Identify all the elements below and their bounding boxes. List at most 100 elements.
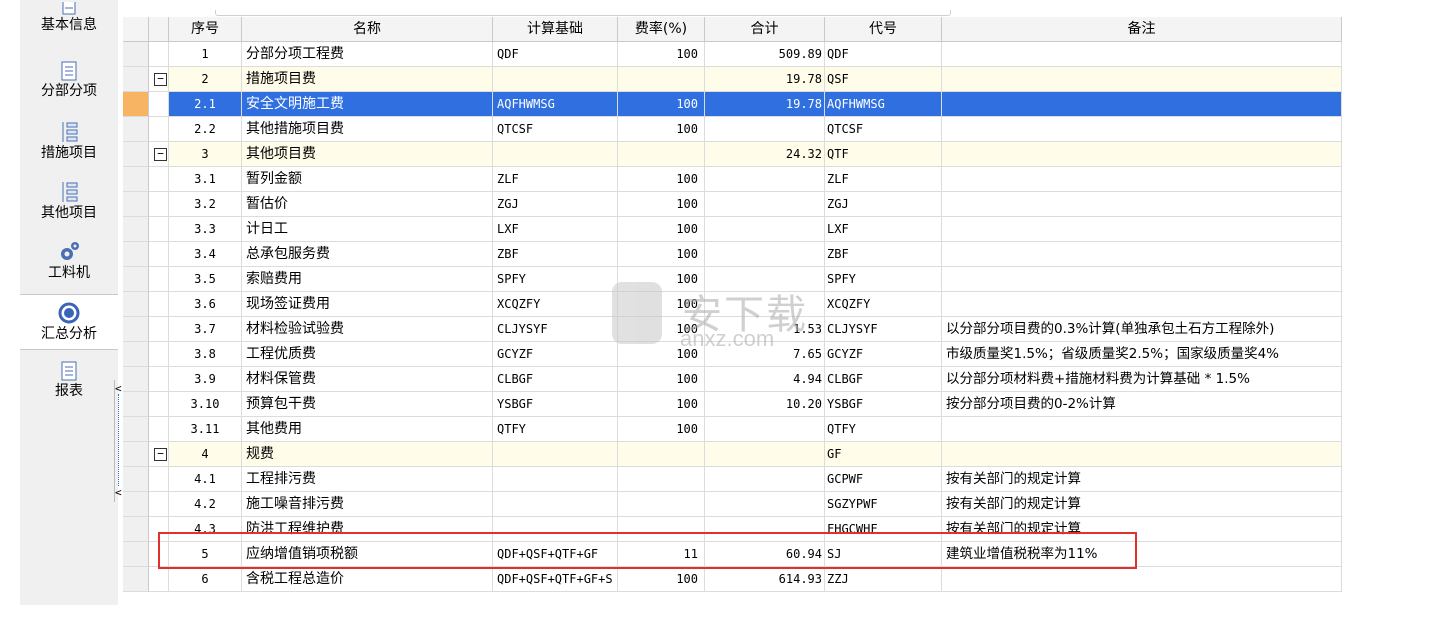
- cell-note[interactable]: [942, 117, 1342, 142]
- cell-basis[interactable]: [493, 142, 618, 167]
- cell-rate[interactable]: 100: [618, 267, 705, 292]
- row-indicator[interactable]: [123, 317, 149, 342]
- header-note[interactable]: 备注: [942, 17, 1342, 41]
- cell-name[interactable]: 总承包服务费: [242, 242, 493, 267]
- cell-total[interactable]: [705, 417, 825, 442]
- cell-code[interactable]: CLBGF: [825, 367, 942, 392]
- cell-code[interactable]: XCQZFY: [825, 292, 942, 317]
- cell-name[interactable]: 含税工程总造价: [242, 567, 493, 592]
- table-row[interactable]: −2 措施项目费 19.78 QSF: [123, 67, 1342, 92]
- cell-note[interactable]: [942, 142, 1342, 167]
- cell-seq[interactable]: 3.9: [169, 367, 242, 392]
- cell-seq[interactable]: 3: [169, 142, 242, 167]
- nav-summary-analysis[interactable]: 汇总分析: [20, 294, 118, 350]
- collapse-arrow-icon[interactable]: <: [115, 486, 122, 499]
- cell-note[interactable]: [942, 267, 1342, 292]
- cell-total[interactable]: 10.20: [705, 392, 825, 417]
- cell-seq[interactable]: 2.1: [169, 92, 242, 117]
- cell-total[interactable]: [705, 192, 825, 217]
- nav-reports[interactable]: 报表: [20, 360, 118, 408]
- table-row[interactable]: 1 分部分项工程费 QDF 100 509.89 QDF: [123, 42, 1342, 67]
- table-row[interactable]: −4 规费 GF: [123, 442, 1342, 467]
- cell-total[interactable]: [705, 117, 825, 142]
- cell-basis[interactable]: QDF+QSF+QTF+GF+S: [493, 567, 618, 592]
- nav-measures[interactable]: 措施项目: [20, 120, 118, 168]
- cell-basis[interactable]: AQFHWMSG: [493, 92, 618, 117]
- row-indicator[interactable]: [123, 292, 149, 317]
- cell-rate[interactable]: 100: [618, 417, 705, 442]
- cell-seq[interactable]: 1: [169, 42, 242, 67]
- table-row[interactable]: 4.2 施工噪音排污费 SGZYPWF 按有关部门的规定计算: [123, 492, 1342, 517]
- cell-total[interactable]: [705, 492, 825, 517]
- cell-note[interactable]: 按有关部门的规定计算: [942, 467, 1342, 492]
- cell-seq[interactable]: 4.1: [169, 467, 242, 492]
- row-indicator[interactable]: [123, 492, 149, 517]
- table-row[interactable]: −3 其他项目费 24.32 QTF: [123, 142, 1342, 167]
- cell-name[interactable]: 安全文明施工费: [242, 92, 493, 117]
- cell-code[interactable]: QTCSF: [825, 117, 942, 142]
- cell-rate[interactable]: 100: [618, 42, 705, 67]
- cell-total[interactable]: [705, 217, 825, 242]
- cell-note[interactable]: 市级质量奖1.5%；省级质量奖2.5%；国家级质量奖4%: [942, 342, 1342, 367]
- row-expander[interactable]: −: [149, 142, 169, 167]
- row-expander[interactable]: −: [149, 442, 169, 467]
- nav-basic-info[interactable]: 基本信息: [20, 2, 118, 42]
- row-indicator[interactable]: [123, 442, 149, 467]
- row-indicator[interactable]: [123, 67, 149, 92]
- cell-rate[interactable]: 100: [618, 117, 705, 142]
- cell-note[interactable]: [942, 567, 1342, 592]
- cell-rate[interactable]: [618, 442, 705, 467]
- row-indicator[interactable]: [123, 392, 149, 417]
- nav-other-items[interactable]: 其他项目: [20, 180, 118, 228]
- cell-seq[interactable]: 3.4: [169, 242, 242, 267]
- table-row[interactable]: 3.4 总承包服务费 ZBF 100 ZBF: [123, 242, 1342, 267]
- cell-rate[interactable]: [618, 142, 705, 167]
- cell-code[interactable]: GCPWF: [825, 467, 942, 492]
- cell-basis[interactable]: SPFY: [493, 267, 618, 292]
- row-expander[interactable]: −: [149, 67, 169, 92]
- cell-name[interactable]: 分部分项工程费: [242, 42, 493, 67]
- cell-note[interactable]: [942, 292, 1342, 317]
- row-indicator[interactable]: [123, 142, 149, 167]
- cell-name[interactable]: 其他措施项目费: [242, 117, 493, 142]
- cell-total[interactable]: [705, 442, 825, 467]
- row-indicator[interactable]: [123, 217, 149, 242]
- cell-rate[interactable]: 100: [618, 192, 705, 217]
- table-row[interactable]: 3.11 其他费用 QTFY 100 QTFY: [123, 417, 1342, 442]
- cell-note[interactable]: 以分部分项材料费+措施材料费为计算基础 * 1.5%: [942, 367, 1342, 392]
- cell-total[interactable]: 24.32: [705, 142, 825, 167]
- cell-seq[interactable]: 2: [169, 67, 242, 92]
- cell-basis[interactable]: YSBGF: [493, 392, 618, 417]
- cell-name[interactable]: 规费: [242, 442, 493, 467]
- table-row[interactable]: 3.1 暂列金额 ZLF 100 ZLF: [123, 167, 1342, 192]
- cell-name[interactable]: 预算包干费: [242, 392, 493, 417]
- cell-name[interactable]: 暂列金额: [242, 167, 493, 192]
- cell-total[interactable]: 1.53: [705, 317, 825, 342]
- cell-name[interactable]: 其他费用: [242, 417, 493, 442]
- cell-basis[interactable]: QDF: [493, 42, 618, 67]
- cell-name[interactable]: 索赔费用: [242, 267, 493, 292]
- row-indicator[interactable]: [123, 517, 149, 542]
- cell-note[interactable]: [942, 417, 1342, 442]
- cell-code[interactable]: ZLF: [825, 167, 942, 192]
- cell-rate[interactable]: 100: [618, 317, 705, 342]
- row-indicator[interactable]: [123, 167, 149, 192]
- cell-note[interactable]: 按有关部门的规定计算: [942, 492, 1342, 517]
- table-row[interactable]: 4.1 工程排污费 GCPWF 按有关部门的规定计算: [123, 467, 1342, 492]
- cell-code[interactable]: ZGJ: [825, 192, 942, 217]
- table-row[interactable]: 3.9 材料保管费 CLBGF 100 4.94 CLBGF 以分部分项材料费+措施材料费为…: [123, 367, 1342, 392]
- cell-code[interactable]: SPFY: [825, 267, 942, 292]
- cell-basis[interactable]: LXF: [493, 217, 618, 242]
- table-row[interactable]: 3.6 现场签证费用 XCQZFY 100 XCQZFY: [123, 292, 1342, 317]
- cell-rate[interactable]: 100: [618, 292, 705, 317]
- cell-code[interactable]: YSBGF: [825, 392, 942, 417]
- row-indicator[interactable]: [123, 342, 149, 367]
- cell-basis[interactable]: XCQZFY: [493, 292, 618, 317]
- cell-name[interactable]: 材料检验试验费: [242, 317, 493, 342]
- cell-seq[interactable]: 4.2: [169, 492, 242, 517]
- cell-name[interactable]: 工程优质费: [242, 342, 493, 367]
- cell-total[interactable]: 614.93: [705, 567, 825, 592]
- cell-code[interactable]: SGZYPWF: [825, 492, 942, 517]
- cell-code[interactable]: GF: [825, 442, 942, 467]
- cell-total[interactable]: 4.94: [705, 367, 825, 392]
